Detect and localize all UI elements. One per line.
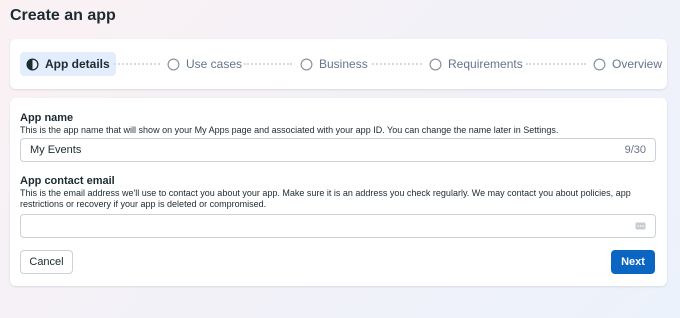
contact-email-label: App contact email <box>20 175 115 187</box>
step-use-cases[interactable]: Use cases <box>167 52 242 76</box>
app-details-form: App name This is the app name that will … <box>10 98 667 286</box>
autofill-icon[interactable] <box>635 222 646 230</box>
app-name-help: This is the app name that will show on y… <box>20 125 559 135</box>
cancel-button[interactable]: Cancel <box>20 250 73 274</box>
step-connector <box>244 63 292 67</box>
empty-circle-icon <box>593 58 606 71</box>
app-name-label: App name <box>20 112 74 124</box>
step-label: App details <box>45 57 110 71</box>
next-button[interactable]: Next <box>611 250 655 274</box>
step-business[interactable]: Business <box>300 52 368 76</box>
empty-circle-icon <box>167 58 180 71</box>
step-app-details[interactable]: App details <box>20 52 116 76</box>
step-label: Overview <box>612 57 663 71</box>
step-connector <box>526 63 586 67</box>
contact-email-input[interactable] <box>20 214 656 238</box>
step-connector <box>114 63 160 67</box>
app-name-char-count: 9/30 <box>624 144 646 156</box>
step-label: Business <box>319 57 368 71</box>
half-filled-circle-icon <box>26 57 39 71</box>
empty-circle-icon <box>300 58 313 71</box>
app-name-value: My Events <box>30 144 82 156</box>
page-title: Create an app <box>10 7 116 24</box>
step-connector <box>372 63 422 67</box>
empty-circle-icon <box>429 58 442 71</box>
contact-email-help: This is the email address we'll use to c… <box>20 188 631 209</box>
step-requirements[interactable]: Requirements <box>429 52 523 76</box>
app-name-input[interactable]: My Events 9/30 <box>20 138 656 162</box>
step-label: Requirements <box>448 57 523 71</box>
step-label: Use cases <box>186 57 243 71</box>
step-overview[interactable]: Overview <box>593 52 662 76</box>
app-creation-stepper: App details Use cases Business Requireme… <box>10 39 667 89</box>
